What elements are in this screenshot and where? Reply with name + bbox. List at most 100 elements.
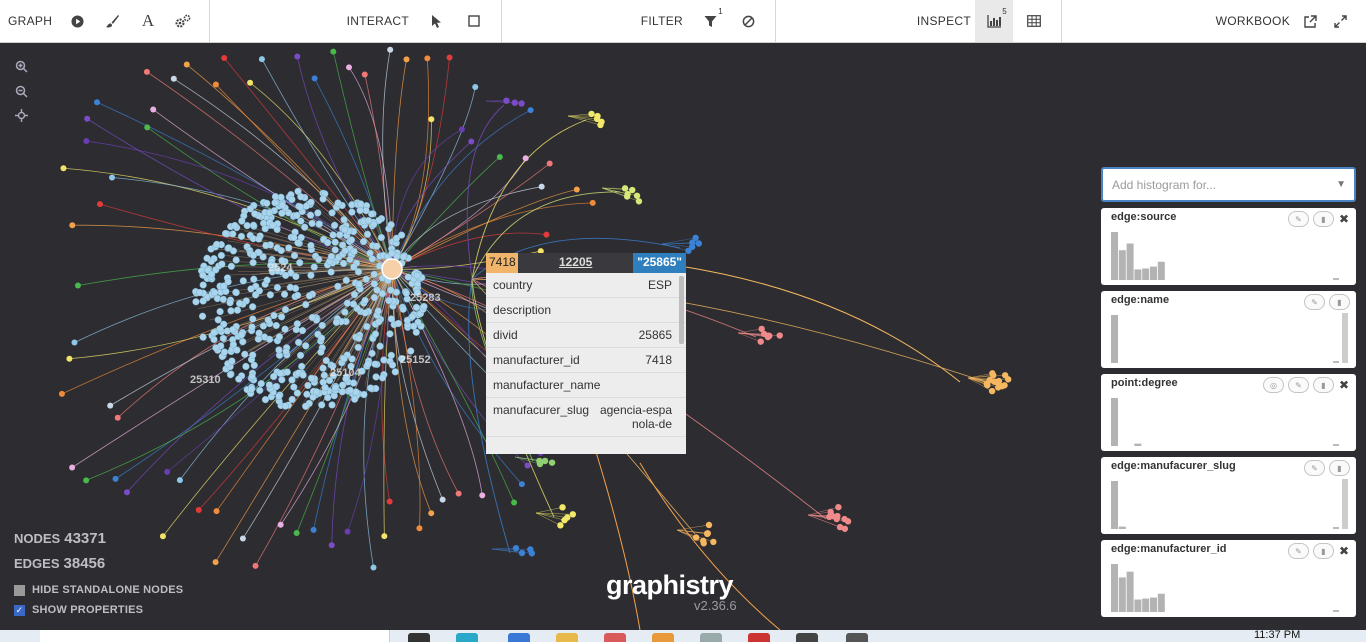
popup-body[interactable]: country ESP description divid 25865 manufa…	[486, 273, 686, 454]
ban-icon[interactable]	[729, 0, 767, 42]
histogram-chart[interactable]	[1111, 479, 1341, 529]
node	[331, 246, 339, 254]
table-icon[interactable]	[1015, 0, 1053, 42]
taskbar-app-icon[interactable]	[456, 633, 478, 642]
node	[71, 339, 78, 346]
histogram-chart[interactable]	[1111, 230, 1341, 280]
hide-standalone-checkbox[interactable]: HIDE STANDALONE NODES	[14, 580, 183, 600]
node	[278, 376, 286, 384]
bar-chart-icon[interactable]: ▮	[1313, 543, 1334, 559]
taskbar-app-icon[interactable]	[408, 633, 430, 642]
node	[329, 231, 337, 239]
histogram-card[interactable]: edge:manufacurer_slug ✎ ▮	[1101, 457, 1356, 534]
node	[361, 296, 369, 304]
histogram-chart[interactable]	[1111, 396, 1341, 446]
node	[228, 357, 236, 365]
node	[237, 232, 246, 240]
node	[272, 321, 280, 330]
taskbar-app-icon[interactable]	[748, 633, 770, 642]
node	[589, 199, 596, 206]
bar-chart-icon[interactable]: ▮	[1329, 460, 1350, 476]
node	[399, 253, 407, 261]
bar-chart-icon[interactable]: 5	[975, 0, 1013, 42]
histogram-card[interactable]: edge:manufacturer_id ✎ ▮ ✖	[1101, 540, 1356, 617]
pointer-icon[interactable]	[417, 0, 455, 42]
node	[536, 457, 543, 465]
histogram-chart[interactable]	[1111, 562, 1341, 612]
popup-source-id[interactable]: 7418	[486, 253, 518, 273]
bar-chart-icon[interactable]: ▮	[1313, 377, 1334, 393]
brush-icon[interactable]	[95, 0, 130, 42]
checkbox-unchecked-icon[interactable]	[14, 584, 25, 596]
node	[257, 380, 265, 388]
node	[254, 335, 262, 343]
histogram-chart[interactable]	[1111, 313, 1341, 363]
node	[275, 333, 283, 341]
node	[990, 372, 997, 379]
bar-chart-icon[interactable]: ▮	[1313, 211, 1334, 227]
zoom-in-icon[interactable]	[12, 57, 30, 75]
popup-edge-id[interactable]: 12205	[518, 253, 634, 273]
add-histogram-select[interactable]: Add histogram for... ▼	[1101, 167, 1356, 202]
node	[348, 208, 356, 216]
square-icon[interactable]	[455, 0, 493, 42]
histogram-card[interactable]: edge:source ✎ ▮ ✖	[1101, 208, 1356, 285]
node	[387, 286, 395, 294]
taskbar-app-icon[interactable]	[796, 633, 818, 642]
node	[569, 511, 577, 518]
close-icon[interactable]: ✖	[1338, 544, 1350, 558]
taskbar-search[interactable]	[40, 630, 390, 642]
taskbar-app-icon[interactable]	[604, 633, 626, 642]
node	[211, 288, 219, 297]
histogram-title: edge:manufacturer_id	[1111, 543, 1227, 555]
filter-icon[interactable]: 1	[691, 0, 729, 42]
node	[511, 499, 518, 506]
play-icon[interactable]	[60, 0, 95, 42]
bar-chart-icon[interactable]: ▮	[1329, 294, 1350, 310]
target-icon[interactable]: ◎	[1263, 377, 1284, 393]
checkbox-checked-icon[interactable]: ✓	[14, 604, 25, 616]
node	[271, 193, 280, 201]
zoom-out-icon[interactable]	[12, 82, 30, 100]
histogram-scrollbar[interactable]	[1342, 313, 1348, 363]
show-properties-checkbox[interactable]: ✓ SHOW PROPERTIES	[14, 600, 183, 620]
taskbar-app-icon[interactable]	[556, 633, 578, 642]
external-link-icon[interactable]	[1298, 0, 1322, 42]
chevron-down-icon[interactable]: ▼	[1336, 179, 1346, 190]
center-icon[interactable]	[12, 106, 30, 124]
close-icon[interactable]: ✖	[1338, 212, 1350, 226]
brush-icon[interactable]: ✎	[1304, 294, 1325, 310]
node	[235, 375, 243, 383]
popup-dest-id[interactable]: "25865"	[633, 253, 686, 273]
filter-section: FILTER 1	[502, 0, 776, 42]
histogram-card[interactable]: edge:name ✎ ▮	[1101, 291, 1356, 368]
brush-icon[interactable]: ✎	[1288, 543, 1309, 559]
node	[320, 371, 328, 379]
histogram-scrollbar[interactable]	[1342, 479, 1348, 529]
brush-icon[interactable]: ✎	[1288, 211, 1309, 227]
node	[232, 256, 240, 264]
node	[318, 401, 326, 409]
gears-icon[interactable]	[166, 0, 201, 42]
node	[347, 236, 356, 244]
histogram-card[interactable]: point:degree ◎ ✎ ▮ ✖	[1101, 374, 1356, 451]
node	[280, 290, 289, 298]
popup-scrollbar[interactable]	[679, 276, 684, 344]
taskbar-app-icon[interactable]	[652, 633, 674, 642]
font-icon[interactable]: A	[131, 0, 166, 42]
node	[256, 386, 264, 394]
node	[538, 183, 545, 190]
taskbar-app-icon[interactable]	[700, 633, 722, 642]
node	[84, 115, 91, 122]
brush-icon[interactable]: ✎	[1304, 460, 1325, 476]
edge	[567, 113, 592, 117]
node	[455, 490, 462, 497]
taskbar-app-icon[interactable]	[846, 633, 868, 642]
node	[841, 525, 849, 532]
close-icon[interactable]: ✖	[1338, 378, 1350, 392]
histogram-bar	[1111, 398, 1118, 446]
taskbar-app-icon[interactable]	[508, 633, 530, 642]
expand-icon[interactable]	[1322, 0, 1358, 42]
node	[263, 199, 271, 207]
brush-icon[interactable]: ✎	[1288, 377, 1309, 393]
